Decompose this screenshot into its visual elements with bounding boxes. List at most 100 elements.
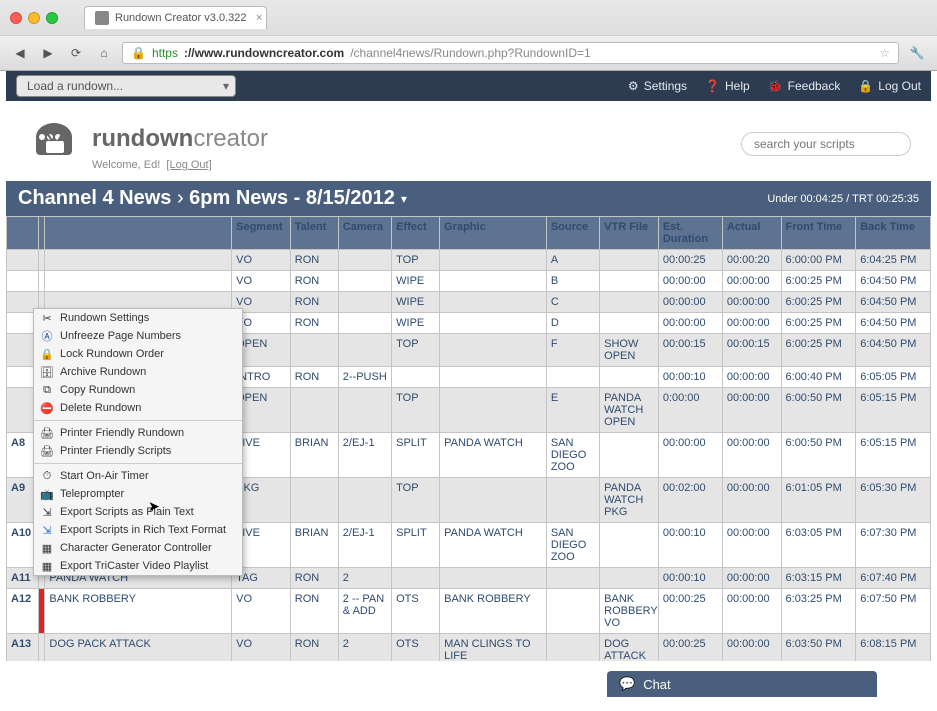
cell-back: 6:07:30 PM — [856, 523, 931, 568]
column-header[interactable]: Front Time — [781, 217, 856, 250]
menu-item-icon: ▦ — [40, 541, 54, 555]
nav-settings[interactable]: ⚙ Settings — [628, 79, 687, 93]
cell-src: F — [546, 334, 599, 367]
column-header[interactable]: Back Time — [856, 217, 931, 250]
cell-n[interactable]: A13 — [7, 634, 39, 662]
column-header[interactable]: Actual — [722, 217, 781, 250]
table-row[interactable]: VORONTOPA00:00:2500:00:206:00:00 PM6:04:… — [7, 250, 931, 271]
home-icon[interactable]: ⌂ — [94, 43, 114, 63]
cell-gfx — [440, 388, 547, 433]
cell-act: 00:00:15 — [722, 334, 781, 367]
nav-help[interactable]: ❓ Help — [705, 79, 750, 93]
cell-slug[interactable] — [45, 271, 232, 292]
url-field[interactable]: 🔒 https://www.rundowncreator.com/channel… — [122, 42, 899, 64]
window-zoom-icon[interactable] — [46, 12, 58, 24]
cell-slug[interactable]: BANK ROBBERY — [45, 589, 232, 634]
menu-item[interactable]: ▦Export TriCaster Video Playlist — [34, 557, 242, 575]
column-header[interactable]: Segment — [232, 217, 291, 250]
menu-item-icon: ⛔ — [40, 401, 54, 415]
nav-feedback[interactable]: 🐞 Feedback — [768, 79, 841, 93]
forward-icon[interactable]: ▶ — [38, 43, 58, 63]
menu-item[interactable]: ⒶUnfreeze Page Numbers — [34, 327, 242, 345]
cell-talent — [290, 334, 338, 367]
cell-seg: VO — [232, 634, 291, 662]
cell-seg: VO — [232, 250, 291, 271]
bookmark-icon[interactable]: ☆ — [879, 46, 890, 60]
column-header[interactable] — [7, 217, 39, 250]
cell-n[interactable] — [7, 271, 39, 292]
table-row[interactable]: VORONWIPEB00:00:0000:00:006:00:25 PM6:04… — [7, 271, 931, 292]
nav-logout[interactable]: 🔒 Log Out — [858, 79, 921, 93]
menu-item[interactable]: ⇲Export Scripts in Rich Text Format — [34, 521, 242, 539]
back-icon[interactable]: ◀ — [10, 43, 30, 63]
menu-item-label: Export Scripts as Plain Text — [60, 506, 194, 518]
logo-text: rundowncreator — [92, 125, 268, 153]
menu-item[interactable]: 📺Teleprompter — [34, 485, 242, 503]
mouse-cursor-icon: ➤ — [148, 498, 160, 515]
cell-gfx — [440, 292, 547, 313]
column-header[interactable]: Est. Duration — [658, 217, 722, 250]
rundown-loader-select[interactable]: Load a rundown... — [16, 75, 236, 97]
nav-logout-label: Log Out — [878, 79, 921, 93]
cell-act: 00:00:00 — [722, 388, 781, 433]
cell-vtr — [600, 313, 659, 334]
rundown-loader-label: Load a rundown... — [27, 79, 123, 93]
cell-est: 00:00:10 — [658, 367, 722, 388]
menu-item[interactable]: ⛔Delete Rundown — [34, 399, 242, 417]
browser-tab[interactable]: Rundown Creator v3.0.322 × — [84, 6, 267, 29]
cell-n[interactable] — [7, 250, 39, 271]
cell-act: 00:00:00 — [722, 478, 781, 523]
menu-item[interactable]: ▦Character Generator Controller — [34, 539, 242, 557]
menu-item[interactable]: 🗄Archive Rundown — [34, 363, 242, 381]
column-header[interactable]: VTR File — [600, 217, 659, 250]
cell-est: 00:00:25 — [658, 250, 722, 271]
rundown-show-name: Channel 4 News — [18, 187, 171, 209]
cell-est: 00:00:15 — [658, 334, 722, 367]
menu-item[interactable]: 🔒Lock Rundown Order — [34, 345, 242, 363]
cell-act: 00:00:00 — [722, 433, 781, 478]
chat-bar[interactable]: 💬 Chat — [607, 671, 877, 697]
welcome-text: Welcome, Ed! — [92, 159, 160, 171]
column-header[interactable] — [45, 217, 232, 250]
table-row[interactable]: A12BANK ROBBERYVORON2 -- PAN & ADDOTSBAN… — [7, 589, 931, 634]
menu-item-icon: ⏱ — [40, 469, 54, 483]
chat-icon: 💬 — [619, 676, 635, 692]
table-row[interactable]: A13DOG PACK ATTACKVORON2OTSMAN CLINGS TO… — [7, 634, 931, 662]
rundown-episode-name: 6pm News - 8/15/2012 — [189, 187, 395, 209]
wrench-icon[interactable]: 🔧 — [907, 43, 927, 63]
menu-item[interactable]: ✂Rundown Settings — [34, 309, 242, 327]
cell-n[interactable]: A12 — [7, 589, 39, 634]
cell-back: 6:08:15 PM — [856, 634, 931, 662]
cell-front: 6:00:40 PM — [781, 367, 856, 388]
cell-gfx: PANDA WATCH — [440, 523, 547, 568]
url-protocol: https — [152, 46, 178, 60]
title-dropdown-caret-icon[interactable]: ▾ — [401, 192, 407, 206]
column-header[interactable]: Source — [546, 217, 599, 250]
app-top-nav: Load a rundown... ⚙ Settings ❓ Help 🐞 Fe… — [6, 71, 931, 101]
cell-slug[interactable] — [45, 250, 232, 271]
cell-est: 00:00:00 — [658, 313, 722, 334]
reload-icon[interactable]: ⟳ — [66, 43, 86, 63]
menu-item[interactable]: ⧉Copy Rundown — [34, 381, 242, 399]
welcome-logout-link[interactable]: [Log Out] — [166, 159, 211, 171]
menu-item[interactable]: ⏱Start On-Air Timer — [34, 467, 242, 485]
tab-close-icon[interactable]: × — [256, 12, 262, 24]
column-header[interactable]: Camera — [338, 217, 391, 250]
menu-item-label: Export TriCaster Video Playlist — [60, 560, 208, 572]
nav-feedback-label: Feedback — [788, 79, 841, 93]
menu-item[interactable]: ⇲Export Scripts as Plain Text — [34, 503, 242, 521]
column-header[interactable]: Graphic — [440, 217, 547, 250]
search-input[interactable] — [741, 132, 911, 156]
cell-act: 00:00:00 — [722, 589, 781, 634]
cell-slug[interactable]: DOG PACK ATTACK — [45, 634, 232, 662]
column-header[interactable]: Talent — [290, 217, 338, 250]
window-close-icon[interactable] — [10, 12, 22, 24]
logo-icon — [26, 117, 82, 161]
column-header[interactable]: Effect — [392, 217, 440, 250]
cell-cam — [338, 478, 391, 523]
window-minimize-icon[interactable] — [28, 12, 40, 24]
menu-item[interactable]: 🖨Printer Friendly Scripts — [34, 442, 242, 460]
cell-back: 6:04:50 PM — [856, 334, 931, 367]
menu-item[interactable]: 🖨Printer Friendly Rundown — [34, 424, 242, 442]
chat-label: Chat — [643, 677, 670, 692]
